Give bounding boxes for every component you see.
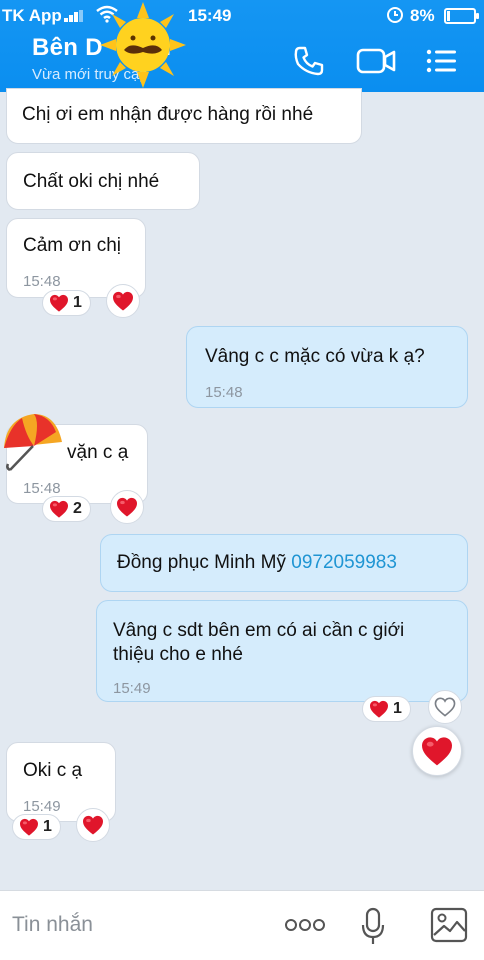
alarm-icon: [387, 7, 403, 23]
reaction-count[interactable]: 1: [12, 814, 61, 840]
reaction-count[interactable]: 1: [362, 696, 411, 722]
more-icon[interactable]: [284, 915, 326, 935]
message-text: Vâng c c mặc có vừa k ạ?: [205, 346, 425, 367]
heart-icon: [82, 815, 104, 835]
sun-sticker: [100, 2, 186, 88]
heart-reaction-button[interactable]: [412, 726, 462, 776]
menu-icon[interactable]: [424, 44, 458, 78]
message-text: Oki c ạ: [23, 760, 83, 781]
message-input[interactable]: Tin nhắn: [12, 913, 93, 937]
status-bar: TK App 15:49 8%: [0, 0, 484, 32]
message-bubble[interactable]: Vâng c sdt bên em có ai cần c giới thiệu…: [96, 600, 468, 702]
reaction-count[interactable]: 1: [42, 290, 91, 316]
message-time: 15:49: [113, 680, 151, 697]
message-text-line: thiệu cho e nhé: [113, 644, 243, 665]
reaction-count[interactable]: 2: [42, 496, 91, 522]
carrier-label: TK App: [2, 6, 62, 25]
message-bubble[interactable]: Chị ơi em nhận được hàng rồi nhé: [6, 88, 362, 144]
phone-icon[interactable]: [292, 44, 326, 78]
heart-icon: [369, 700, 389, 718]
heart-outline-icon: [434, 697, 456, 717]
heart-icon: [112, 291, 134, 311]
heart-icon: [420, 736, 454, 766]
heart-icon: [19, 818, 39, 836]
react-button[interactable]: [110, 490, 144, 524]
heart-icon: [49, 500, 69, 518]
react-button[interactable]: [76, 808, 110, 842]
message-bubble[interactable]: Đồng phục Minh Mỹ 0972059983: [100, 534, 468, 592]
umbrella-sticker: [4, 414, 62, 472]
status-time: 15:49: [188, 6, 232, 25]
battery-percent: 8%: [410, 6, 435, 25]
signal-icon: [64, 10, 83, 22]
message-composer: Tin nhắn: [0, 890, 484, 960]
heart-icon: [116, 497, 138, 517]
microphone-icon[interactable]: [360, 907, 386, 947]
react-button[interactable]: [106, 284, 140, 318]
message-bubble[interactable]: Vâng c c mặc có vừa k ạ? 15:48: [186, 326, 468, 408]
chat-header: TK App 15:49 8% Bên Der Vừa mới truy cập: [0, 0, 484, 92]
message-text: Cảm ơn chị: [23, 235, 121, 256]
battery-icon: [444, 8, 479, 24]
phone-number-link[interactable]: 0972059983: [291, 552, 397, 573]
message-text: vặn c ạ: [67, 442, 129, 463]
message-text: Chất oki chị nhé: [23, 171, 160, 192]
message-time: 15:48: [205, 384, 243, 401]
message-text: Đồng phục Minh Mỹ 0972059983: [117, 552, 397, 573]
video-call-icon[interactable]: [356, 44, 396, 78]
heart-icon: [49, 294, 69, 312]
react-button[interactable]: [428, 690, 462, 724]
image-icon[interactable]: [430, 907, 468, 943]
message-text: Chị ơi em nhận được hàng rồi nhé: [22, 104, 314, 125]
message-bubble[interactable]: Chất oki chị nhé: [6, 152, 200, 210]
